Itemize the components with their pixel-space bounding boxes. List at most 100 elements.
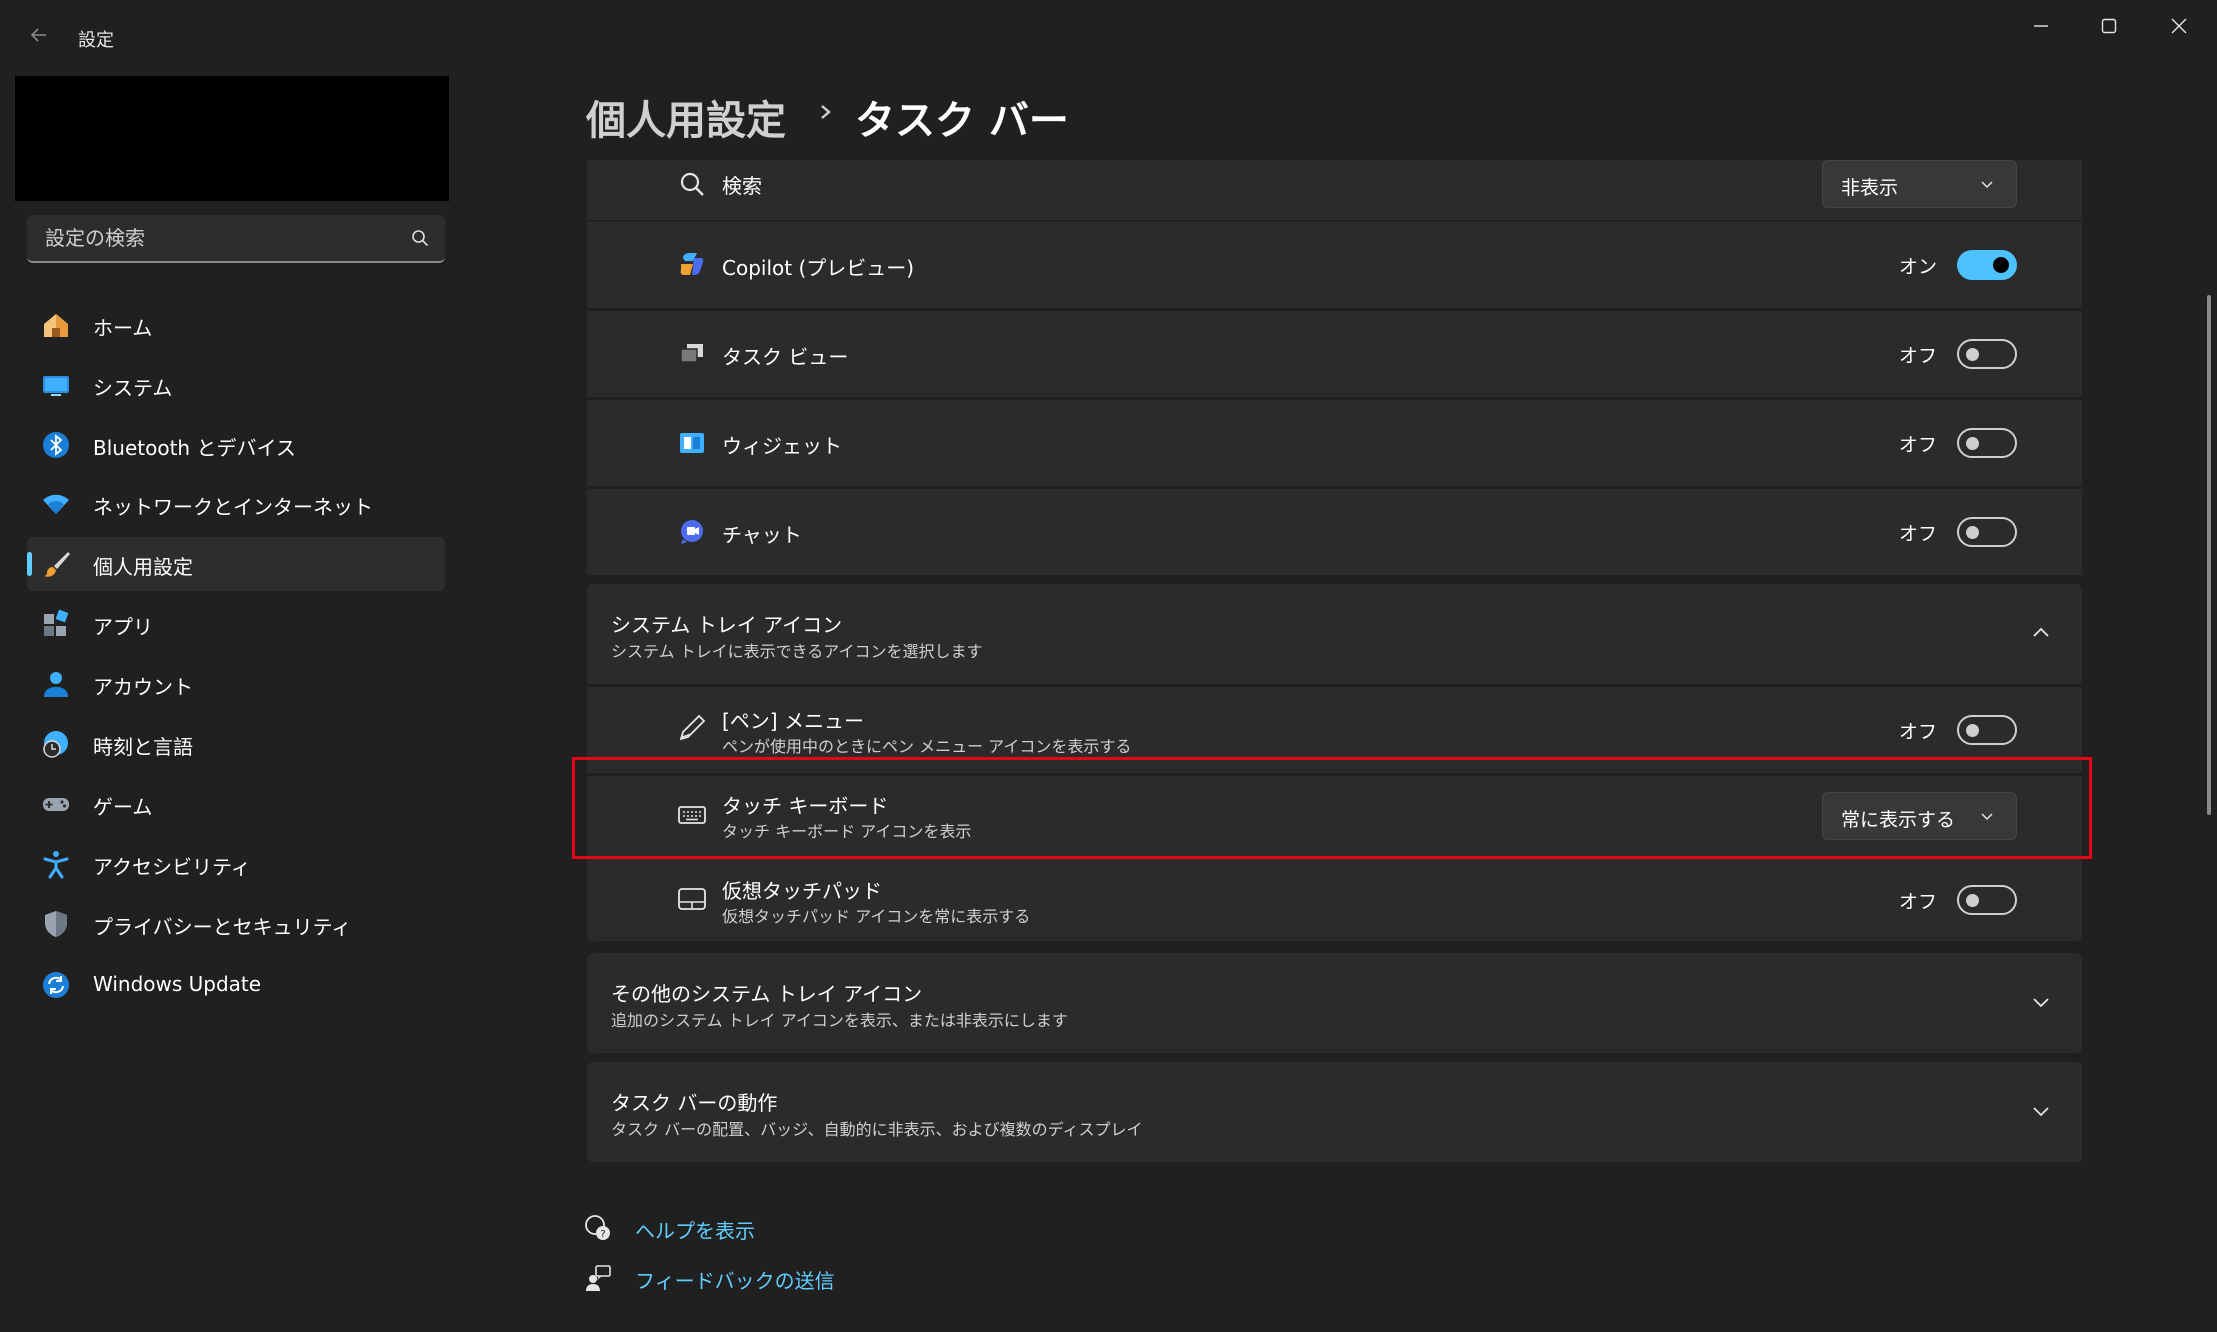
profile-card[interactable] (15, 76, 449, 201)
search-dropdown[interactable]: 非表示 (1822, 160, 2017, 208)
chat-icon (681, 520, 703, 544)
sidebar-item-gaming[interactable]: ゲーム (27, 777, 445, 831)
toggle-knob (1966, 348, 1979, 361)
maximize-button[interactable] (2078, 6, 2140, 46)
app-title: 設定 (78, 30, 114, 51)
toggle-state-label: オン (1898, 256, 1937, 278)
sidebar-item-label: Bluetooth とデバイス (93, 436, 296, 460)
touchpad-icon (678, 888, 706, 910)
row-subtitle: 仮想タッチパッド アイコンを常に表示する (722, 907, 1031, 926)
toggle-knob (1993, 257, 2009, 273)
other-tray-icons-section[interactable]: その他のシステム トレイ アイコン 追加のシステム トレイ アイコンを表示、また… (587, 953, 2082, 1053)
task-view-icon (680, 344, 703, 363)
toggle-knob (1966, 894, 1979, 907)
feedback-link[interactable]: フィードバックの送信 (635, 1265, 835, 1294)
sidebar-item-windows-update[interactable]: Windows Update (27, 958, 445, 1012)
sidebar-item-label: システム (93, 376, 173, 400)
touchpad-row: 仮想タッチパッド 仮想タッチパッド アイコンを常に表示する オフ (587, 859, 2082, 941)
toggle-state-label: オフ (1898, 891, 1937, 913)
search-box[interactable] (27, 215, 445, 263)
close-button[interactable] (2148, 6, 2210, 46)
close-icon (2171, 18, 2187, 34)
sidebar-item-bluetooth[interactable]: Bluetooth とデバイス (27, 418, 445, 472)
task-view-toggle[interactable] (1957, 339, 2017, 369)
chevron-up-icon[interactable] (2032, 626, 2050, 638)
home-icon (44, 314, 68, 337)
svg-text:?: ? (600, 1229, 605, 1240)
search-input[interactable] (43, 215, 403, 261)
sidebar-item-label: アクセシビリティ (93, 855, 251, 879)
sidebar-item-network[interactable]: ネットワークとインターネット (27, 477, 445, 531)
widgets-row: ウィジェット オフ (587, 400, 2082, 486)
chevron-down-icon[interactable] (2032, 1106, 2050, 1118)
sidebar-item-label: 時刻と言語 (93, 735, 193, 759)
sidebar-item-label: ホーム (93, 316, 153, 340)
sidebar-item-label: 個人用設定 (93, 555, 193, 579)
chevron-right-icon (821, 105, 831, 119)
search-row: 検索 非表示 (587, 160, 2082, 220)
section-title: システム トレイ アイコン (611, 613, 843, 637)
back-button[interactable] (22, 22, 56, 56)
globe-clock-icon (43, 731, 68, 758)
search-icon[interactable] (411, 229, 429, 247)
sidebar-item-label: ネットワークとインターネット (93, 495, 373, 519)
sidebar-item-time-language[interactable]: 時刻と言語 (27, 717, 445, 771)
monitor-icon (43, 376, 69, 396)
wifi-icon (43, 494, 69, 514)
gamepad-icon (43, 798, 69, 811)
active-indicator (27, 552, 32, 576)
minimize-button[interactable] (2010, 6, 2072, 46)
widgets-toggle[interactable] (1957, 428, 2017, 458)
system-tray-header[interactable]: システム トレイ アイコン システム トレイに表示できるアイコンを選択します (587, 584, 2082, 684)
row-label: 検索 (722, 174, 762, 198)
copilot-row: Copilot (プレビュー) オン (587, 222, 2082, 308)
feedback-icon (586, 1265, 611, 1291)
page-title: タスク バー (855, 98, 1069, 144)
section-title: タスク バーの動作 (611, 1091, 778, 1115)
widgets-icon (680, 433, 704, 453)
maximize-icon (2101, 18, 2117, 34)
toggle-state-label: オフ (1898, 434, 1937, 456)
toggle-state-label: オフ (1898, 523, 1937, 545)
toggle-state-label: オフ (1898, 345, 1937, 367)
chevron-down-icon[interactable] (2032, 997, 2050, 1009)
accessibility-icon (43, 851, 69, 879)
task-view-row: タスク ビュー オフ (587, 311, 2082, 397)
paintbrush-icon (44, 552, 70, 577)
sidebar-item-label: Windows Update (93, 972, 262, 996)
breadcrumb-parent[interactable]: 個人用設定 (586, 88, 786, 146)
sidebar-item-home[interactable]: ホーム (27, 298, 445, 352)
sidebar-item-label: プライバシーとセキュリティ (93, 915, 352, 939)
sidebar-item-privacy[interactable]: プライバシーとセキュリティ (27, 897, 445, 951)
apps-icon (44, 609, 69, 636)
toggle-knob (1966, 724, 1979, 737)
person-icon (44, 672, 68, 697)
toggle-knob (1966, 437, 1979, 450)
sidebar-item-personalization[interactable]: 個人用設定 (27, 537, 445, 591)
sidebar-item-apps[interactable]: アプリ (27, 597, 445, 651)
row-label: タスク ビュー (722, 345, 849, 369)
sidebar-item-label: ゲーム (93, 795, 153, 819)
copilot-icon (680, 253, 704, 275)
row-label: チャット (722, 523, 802, 547)
row-label: ウィジェット (722, 434, 842, 458)
copilot-toggle[interactable] (1957, 250, 2017, 280)
sync-icon (43, 972, 69, 998)
help-link[interactable]: ヘルプを表示 (635, 1215, 755, 1244)
highlight-box (572, 757, 2092, 859)
section-title: その他のシステム トレイ アイコン (611, 982, 923, 1006)
bluetooth-icon (43, 432, 69, 458)
row-subtitle: ペンが使用中のときにペン メニュー アイコンを表示する (722, 737, 1132, 756)
touchpad-toggle[interactable] (1957, 885, 2017, 915)
chat-row: チャット オフ (587, 489, 2082, 575)
chat-toggle[interactable] (1957, 517, 2017, 547)
sidebar-item-accounts[interactable]: アカウント (27, 657, 445, 711)
minimize-icon (2034, 25, 2048, 27)
pen-menu-toggle[interactable] (1957, 715, 2017, 745)
title-bar: 設定 (0, 0, 2217, 76)
scrollbar[interactable] (2207, 295, 2211, 815)
pen-icon (679, 714, 706, 741)
taskbar-behaviors-section[interactable]: タスク バーの動作 タスク バーの配置、バッジ、自動的に非表示、および複数のディ… (587, 1062, 2082, 1162)
sidebar-item-accessibility[interactable]: アクセシビリティ (27, 837, 445, 891)
sidebar-item-system[interactable]: システム (27, 358, 445, 412)
